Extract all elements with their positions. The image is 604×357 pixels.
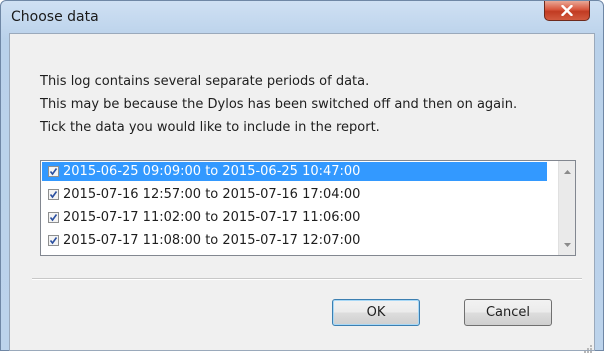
period-label: 2015-07-17 11:08:00 to 2015-07-17 12:07:… — [63, 233, 361, 248]
checkmark-icon — [49, 168, 58, 176]
period-label: 2015-06-25 09:09:00 to 2015-06-25 10:47:… — [63, 164, 361, 179]
ok-button-label: OK — [366, 305, 386, 320]
period-checkbox[interactable] — [48, 235, 59, 246]
message-line-1: This log contains several separate perio… — [40, 74, 370, 89]
cancel-button[interactable]: Cancel — [464, 299, 552, 326]
period-item[interactable]: 2015-07-17 11:08:00 to 2015-07-17 12:07:… — [42, 231, 547, 250]
period-checkbox[interactable] — [48, 189, 59, 200]
scroll-down-button[interactable] — [559, 236, 575, 253]
period-label: 2015-07-16 12:57:00 to 2015-07-16 17:04:… — [63, 187, 361, 202]
period-checkbox[interactable] — [48, 212, 59, 223]
cancel-button-label: Cancel — [485, 305, 531, 320]
close-button[interactable] — [544, 1, 590, 21]
checkmark-icon — [49, 214, 58, 222]
message-line-3: Tick the data you would like to include … — [40, 120, 380, 135]
close-icon — [561, 1, 573, 20]
period-checkbox[interactable] — [48, 166, 59, 177]
period-item[interactable]: 2015-07-16 12:57:00 to 2015-07-16 17:04:… — [42, 185, 547, 204]
scroll-up-button[interactable] — [559, 163, 575, 180]
separator-line — [32, 278, 582, 280]
checkmark-icon — [49, 237, 58, 245]
periods-listbox[interactable]: 2015-06-25 09:09:00 to 2015-06-25 10:47:… — [40, 160, 576, 256]
period-item[interactable]: 2015-07-17 11:02:00 to 2015-07-17 11:06:… — [42, 208, 547, 227]
ok-button[interactable]: OK — [332, 299, 420, 326]
list-scrollbar[interactable] — [558, 161, 575, 255]
dialog-window: Choose data This log contains several se… — [0, 0, 604, 353]
resize-grip-icon[interactable] — [582, 338, 592, 353]
scroll-down-arrow-icon — [563, 242, 571, 247]
title-bar[interactable]: Choose data — [1, 1, 603, 35]
dialog-body: This log contains several separate perio… — [9, 33, 595, 353]
scroll-up-arrow-icon — [563, 169, 571, 174]
period-label: 2015-07-17 11:02:00 to 2015-07-17 11:06:… — [63, 210, 361, 225]
period-item[interactable]: 2015-06-25 09:09:00 to 2015-06-25 10:47:… — [42, 162, 547, 181]
message-line-2: This may be because the Dylos has been s… — [40, 97, 518, 112]
checkmark-icon — [49, 191, 58, 199]
dialog-title: Choose data — [11, 9, 99, 25]
